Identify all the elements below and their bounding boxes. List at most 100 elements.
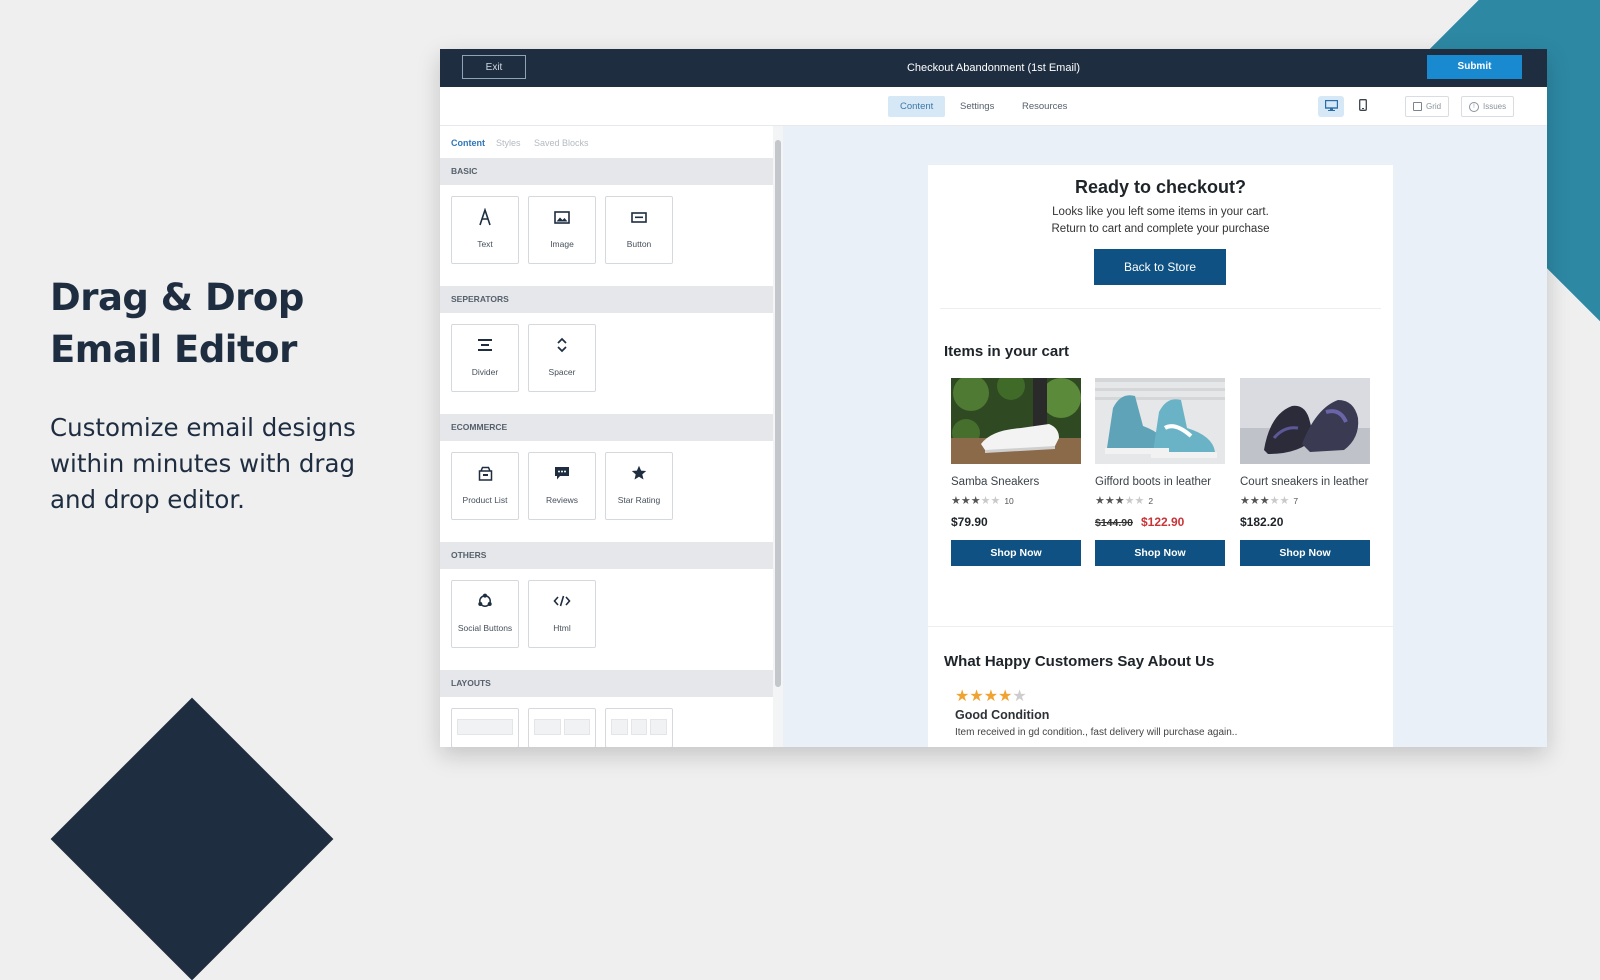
- spacer-icon: [529, 336, 595, 354]
- product-name: Gifford boots in leather: [1095, 476, 1212, 488]
- text-icon: [452, 208, 518, 226]
- submit-button[interactable]: Submit: [1427, 55, 1522, 79]
- product-image: [951, 378, 1081, 464]
- section-ecommerce-header: ECOMMERCE: [440, 414, 773, 441]
- sale-price: $122.90: [1140, 515, 1185, 529]
- block-button-label: Button: [626, 239, 652, 249]
- product-price: $182.20: [1240, 515, 1370, 529]
- review-count: 7: [1293, 496, 1299, 506]
- block-image-label: Image: [550, 239, 574, 249]
- issues-label: Issues: [1483, 101, 1507, 111]
- mobile-icon: [1359, 99, 1367, 114]
- section-separators-header: SEPERATORS: [440, 286, 773, 313]
- product-card[interactable]: Gifford boots in leather ★★★★★ 2 $144.90 $…: [1095, 378, 1225, 566]
- block-reviews[interactable]: Reviews: [528, 452, 596, 520]
- editor-topbar: Exit Checkout Abandonment (1st Email) Su…: [440, 49, 1547, 87]
- sidebar-scrollbar[interactable]: [773, 126, 783, 747]
- email-title: Checkout Abandonment (1st Email): [906, 62, 1081, 74]
- shop-now-button[interactable]: Shop Now: [1095, 540, 1225, 566]
- block-html[interactable]: Html: [528, 580, 596, 648]
- block-product-list-label: Product List: [462, 495, 508, 505]
- sidebar-tab-styles[interactable]: Styles: [496, 138, 521, 148]
- hero-title: Drag & Drop Email Editor: [50, 276, 304, 371]
- block-divider-label: Divider: [471, 367, 499, 377]
- sidebar-tab-saved-blocks[interactable]: Saved Blocks: [534, 138, 589, 148]
- product-name: Court sneakers in leather: [1240, 476, 1369, 488]
- image-icon: [529, 208, 595, 226]
- current-price: $79.90: [951, 515, 988, 529]
- back-to-store-button[interactable]: Back to Store: [1094, 249, 1226, 285]
- section-ecommerce-blocks: Product List Reviews Star Rating: [440, 441, 773, 542]
- review-count: 2: [1148, 496, 1154, 506]
- shop-now-button[interactable]: Shop Now: [1240, 540, 1370, 566]
- tab-settings[interactable]: Settings: [948, 96, 1006, 117]
- email-intro-line2: Return to cart and complete your purchas…: [1051, 223, 1270, 235]
- block-star-rating[interactable]: Star Rating: [605, 452, 673, 520]
- star-icon: [606, 464, 672, 482]
- layout-one-column[interactable]: [451, 708, 519, 747]
- product-name: Samba Sneakers: [951, 476, 1040, 488]
- social-icon: [452, 592, 518, 610]
- sidebar-tabs: Content Styles Saved Blocks: [440, 126, 773, 158]
- desktop-icon: [1324, 99, 1338, 114]
- tab-content[interactable]: Content: [888, 96, 946, 117]
- product-rating: ★★★★★ 10: [951, 495, 1014, 507]
- shop-now-button[interactable]: Shop Now: [951, 540, 1081, 566]
- divider-icon: [452, 336, 518, 354]
- block-spacer[interactable]: Spacer: [528, 324, 596, 392]
- product-list-icon: [452, 464, 518, 482]
- section-layouts-blocks: [440, 697, 773, 747]
- product-rating: ★★★★★ 2: [1095, 495, 1154, 507]
- email-intro: Looks like you left some items in your c…: [928, 204, 1393, 238]
- code-icon: [529, 592, 595, 610]
- block-reviews-label: Reviews: [545, 495, 579, 505]
- sidebar-tab-content[interactable]: Content: [451, 138, 485, 148]
- review-count: 10: [1004, 496, 1014, 506]
- current-price: $182.20: [1240, 515, 1284, 529]
- editor-toolbar: Content Settings Resources Grid ! Issues: [440, 87, 1547, 126]
- product-price: $144.90 $122.90: [1095, 515, 1225, 529]
- block-spacer-label: Spacer: [548, 367, 576, 377]
- email-heading: Ready to checkout?: [1074, 177, 1247, 197]
- section-separators-blocks: Divider Spacer: [440, 313, 773, 414]
- block-text-label: Text: [477, 239, 493, 249]
- issues-button[interactable]: ! Issues: [1461, 96, 1515, 117]
- product-price: $79.90: [951, 515, 1081, 529]
- divider: [940, 308, 1381, 309]
- layout-two-columns[interactable]: [528, 708, 596, 747]
- reviews-icon: [529, 464, 595, 482]
- desktop-view-button[interactable]: [1318, 96, 1344, 117]
- hero-subtitle: Customize email designs within minutes w…: [50, 413, 356, 514]
- block-star-rating-label: Star Rating: [617, 495, 661, 505]
- product-rating: ★★★★★ 7: [1240, 495, 1299, 507]
- scrollbar-thumb[interactable]: [775, 140, 781, 687]
- block-social-buttons-label: Social Buttons: [457, 623, 513, 633]
- block-social-buttons[interactable]: Social Buttons: [451, 580, 519, 648]
- items-heading: Items in your cart: [944, 343, 1070, 360]
- block-divider[interactable]: Divider: [451, 324, 519, 392]
- block-button[interactable]: Button: [605, 196, 673, 264]
- email-canvas: Ready to checkout? Looks like you left s…: [783, 126, 1547, 747]
- review-rating: ★★★★★: [955, 688, 1027, 705]
- section-others-header: OTHERS: [440, 542, 773, 569]
- product-card[interactable]: Samba Sneakers ★★★★★ 10 $79.90 Shop Now: [951, 378, 1081, 566]
- email-intro-line1: Looks like you left some items in your c…: [1052, 206, 1269, 218]
- mobile-view-button[interactable]: [1350, 96, 1376, 117]
- info-icon: !: [1469, 101, 1479, 112]
- section-layouts-header: LAYOUTS: [440, 670, 773, 697]
- tab-resources[interactable]: Resources: [1010, 96, 1079, 117]
- button-icon: [606, 208, 672, 226]
- checkbox-icon: [1413, 102, 1422, 111]
- layout-three-columns[interactable]: [605, 708, 673, 747]
- original-price: $144.90: [1095, 517, 1133, 529]
- review-title: Good Condition: [955, 708, 1050, 722]
- product-image: [1095, 378, 1225, 464]
- email-preview[interactable]: Ready to checkout? Looks like you left s…: [928, 165, 1393, 747]
- grid-toggle[interactable]: Grid: [1405, 96, 1450, 117]
- block-text[interactable]: Text: [451, 196, 519, 264]
- section-basic-blocks: Text Image Button: [440, 185, 773, 286]
- block-product-list[interactable]: Product List: [451, 452, 519, 520]
- decorative-navy-diamond: [50, 697, 334, 980]
- product-card[interactable]: Court sneakers in leather ★★★★★ 7 $182.20…: [1240, 378, 1370, 566]
- block-image[interactable]: Image: [528, 196, 596, 264]
